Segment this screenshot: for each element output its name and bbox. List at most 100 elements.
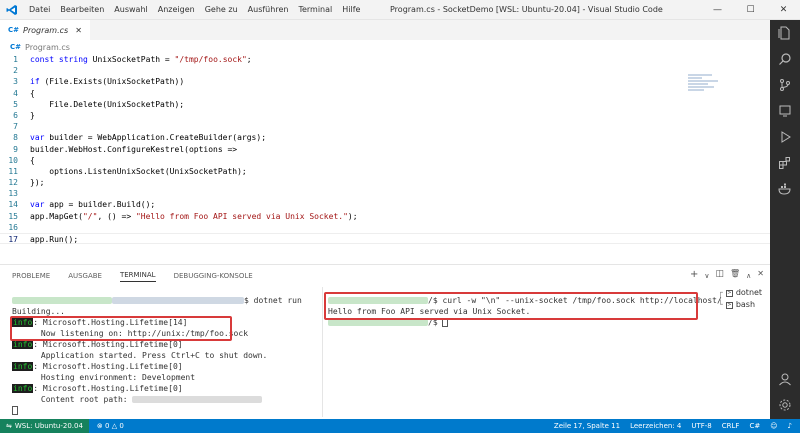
code-line[interactable]: 1 const string UnixSocketPath = "/tmp/foo… xyxy=(0,54,770,65)
menu-anzeigen[interactable]: Anzeigen xyxy=(153,0,200,20)
menu-terminal[interactable]: Terminal xyxy=(293,0,337,20)
remote-label: WSL: Ubuntu-20.04 xyxy=(14,422,83,430)
tab-ausgabe[interactable]: AUSGABE xyxy=(68,272,102,280)
tab-probleme[interactable]: PROBLEME xyxy=(12,272,50,280)
chevron-up-icon[interactable]: ∧ xyxy=(746,269,751,283)
search-icon[interactable] xyxy=(770,46,800,72)
cursor-position[interactable]: Zeile 17, Spalte 11 xyxy=(554,422,620,430)
breadcrumb: C# Program.cs xyxy=(0,40,770,54)
extensions-icon[interactable] xyxy=(770,150,800,176)
line-number: 10 xyxy=(8,155,18,165)
code-text: { xyxy=(30,88,35,98)
log-level-badge: info xyxy=(12,340,34,349)
menu-datei[interactable]: Datei xyxy=(24,0,55,20)
terminal-list-item-dotnet[interactable]: ┌ > dotnet xyxy=(718,287,762,299)
code-line[interactable]: 9 builder.WebHost.ConfigureKestrel(option… xyxy=(0,144,770,155)
vscode-logo-icon xyxy=(0,0,24,20)
close-panel-icon[interactable]: ✕ xyxy=(757,269,764,283)
code-line[interactable]: 11 options.ListenUnixSocket(UnixSocketPa… xyxy=(0,166,770,177)
code-line[interactable]: 14 var app = builder.Build(); xyxy=(0,199,770,210)
explorer-icon[interactable] xyxy=(770,20,800,46)
notifications-bell-icon[interactable]: ♪ xyxy=(788,422,792,430)
menu-ausfuehren[interactable]: Ausführen xyxy=(243,0,294,20)
log-level-badge: info xyxy=(12,384,34,393)
line-number: 12 xyxy=(8,178,18,188)
code-text: const string UnixSocketPath = "/tmp/foo.… xyxy=(30,55,252,64)
split-terminal-icon[interactable]: ◫ xyxy=(716,269,725,283)
line-ending[interactable]: CRLF xyxy=(722,422,740,430)
activity-bar xyxy=(770,20,800,419)
code-line[interactable]: 6} xyxy=(0,110,770,121)
csharp-file-icon: C# xyxy=(8,26,20,34)
status-bar: ⇋ WSL: Ubuntu-20.04 ⊗ 0 △ 0 Zeile 17, Sp… xyxy=(0,419,800,433)
minimize-icon[interactable]: — xyxy=(701,0,734,20)
terminal-name: bash xyxy=(735,300,756,309)
prompt-command: $ dotnet run xyxy=(244,296,302,305)
status-left: ⊗ 0 △ 0 xyxy=(89,422,124,430)
code-line[interactable]: 12}); xyxy=(0,177,770,188)
line-number: 6 xyxy=(13,110,18,120)
redacted-user xyxy=(328,319,428,326)
terminal-list-item-bash[interactable]: └ > bash xyxy=(718,299,762,311)
code-line[interactable]: 13 xyxy=(0,188,770,199)
highlight-box-right xyxy=(324,292,698,320)
remote-indicator[interactable]: ⇋ WSL: Ubuntu-20.04 xyxy=(0,419,89,433)
chevron-down-icon[interactable]: ∨ xyxy=(704,269,709,283)
problems-indicator[interactable]: ⊗ 0 △ 0 xyxy=(97,422,124,430)
editor-area: C# Program.cs ✕ C# Program.cs 1 const str… xyxy=(0,20,770,264)
code-text: app.MapGet("/", () => "Hello from Foo AP… xyxy=(30,211,358,221)
source-control-icon[interactable] xyxy=(770,72,800,98)
code-line[interactable]: 7 xyxy=(0,121,770,132)
breadcrumb-file[interactable]: Program.cs xyxy=(25,43,70,52)
menu-bearbeiten[interactable]: Bearbeiten xyxy=(55,0,109,20)
menu-auswahl[interactable]: Auswahl xyxy=(109,0,152,20)
close-tab-icon[interactable]: ✕ xyxy=(75,26,82,35)
new-terminal-icon[interactable]: + xyxy=(690,269,698,283)
terminal-output-line: info: Microsoft.Hosting.Lifetime[0] xyxy=(12,361,318,372)
minimap[interactable] xyxy=(688,74,722,100)
feedback-icon[interactable]: ☺ xyxy=(770,422,777,430)
code-line[interactable]: 16 xyxy=(0,222,770,233)
tab-program-cs[interactable]: C# Program.cs ✕ xyxy=(0,20,90,40)
warning-count: 0 xyxy=(119,422,124,430)
terminal-text: Application started. Press Ctrl+C to shu… xyxy=(12,351,268,360)
line-number: 11 xyxy=(8,166,18,176)
tab-debugging-konsole[interactable]: DEBUGGING-KONSOLE xyxy=(174,272,253,280)
line-number: 16 xyxy=(8,222,18,232)
code-line[interactable]: 15 app.MapGet("/", () => "Hello from Foo … xyxy=(0,211,770,222)
code-text: File.Delete(UnixSocketPath); xyxy=(30,99,185,109)
tab-terminal[interactable]: TERMINAL xyxy=(119,271,156,282)
code-line[interactable]: 10 { xyxy=(0,155,770,166)
code-line[interactable]: 2 xyxy=(0,65,770,76)
settings-gear-icon[interactable] xyxy=(770,392,800,418)
panel-tabs: PROBLEME AUSGABE TERMINAL DEBUGGING-KONS… xyxy=(0,265,770,287)
line-number: 13 xyxy=(8,189,18,199)
code-line[interactable]: 4{ xyxy=(0,88,770,99)
code-line[interactable]: 5 File.Delete(UnixSocketPath); xyxy=(0,99,770,110)
menu-hilfe[interactable]: Hilfe xyxy=(337,0,365,20)
encoding[interactable]: UTF-8 xyxy=(691,422,711,430)
code-line[interactable]: 8 var builder = WebApplication.CreateBuil… xyxy=(0,132,770,143)
code-line[interactable]: 3 if (File.Exists(UnixSocketPath)) xyxy=(0,76,770,87)
trash-icon[interactable]: 🗑 xyxy=(730,269,740,283)
remote-explorer-icon[interactable] xyxy=(770,98,800,124)
line-number: 15 xyxy=(8,211,18,221)
account-icon[interactable] xyxy=(770,366,800,392)
terminal-output-line: Application started. Press Ctrl+C to shu… xyxy=(12,350,318,361)
terminal-left[interactable]: $ dotnet run Building... info: Microsoft.… xyxy=(12,295,318,416)
terminal-output-line: Content root path: xyxy=(12,394,318,405)
close-icon[interactable]: ✕ xyxy=(767,0,800,20)
code-editor[interactable]: 1 const string UnixSocketPath = "/tmp/foo… xyxy=(0,54,770,245)
maximize-icon[interactable]: ☐ xyxy=(734,0,767,20)
warning-icon: △ xyxy=(111,422,118,430)
language-mode[interactable]: C# xyxy=(749,422,760,430)
run-debug-icon[interactable] xyxy=(770,124,800,150)
docker-icon[interactable] xyxy=(770,176,800,202)
indentation[interactable]: Leerzeichen: 4 xyxy=(630,422,681,430)
title-bar: Datei Bearbeiten Auswahl Anzeigen Gehe z… xyxy=(0,0,800,20)
terminal-text: Building... xyxy=(12,307,65,316)
terminal-split-divider[interactable] xyxy=(322,287,323,417)
menu-gehe-zu[interactable]: Gehe zu xyxy=(200,0,243,20)
error-count: 0 xyxy=(105,422,110,430)
code-line[interactable]: 17 app.Run(); xyxy=(0,233,770,245)
